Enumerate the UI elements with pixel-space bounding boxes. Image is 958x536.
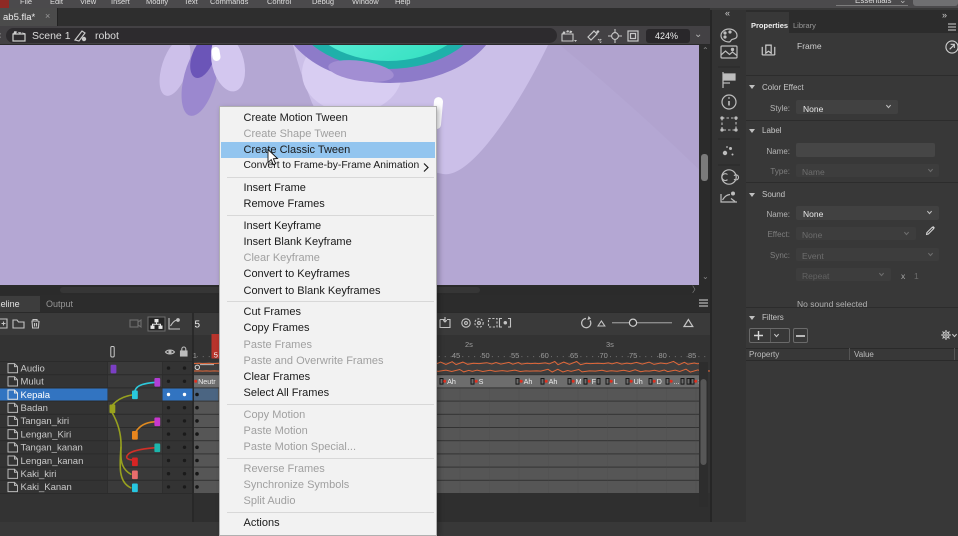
- svg-text:85: 85: [688, 351, 696, 360]
- svg-text:Tangan_kanan: Tangan_kanan: [21, 443, 83, 454]
- svg-text:Lengan_Kiri: Lengan_Kiri: [21, 429, 72, 440]
- svg-text:Badan: Badan: [21, 403, 48, 414]
- svg-text:5: 5: [195, 320, 201, 331]
- svg-text:75: 75: [629, 351, 637, 360]
- svg-text:1: 1: [193, 351, 197, 360]
- svg-text:Ah: Ah: [524, 377, 533, 386]
- svg-text:70: 70: [600, 351, 608, 360]
- svg-text:5: 5: [214, 351, 218, 360]
- svg-text:M: M: [576, 377, 582, 386]
- svg-text:Audio: Audio: [21, 363, 45, 374]
- svg-text:Kaki_Kanan: Kaki_Kanan: [21, 482, 72, 493]
- svg-text:Ah: Ah: [549, 377, 558, 386]
- svg-text:55: 55: [511, 351, 519, 360]
- svg-text:F: F: [592, 377, 597, 386]
- svg-text:D: D: [657, 377, 662, 386]
- svg-text:Kepala: Kepala: [21, 390, 51, 401]
- svg-text:Lengan_kanan: Lengan_kanan: [21, 456, 84, 467]
- svg-text:60: 60: [541, 351, 549, 360]
- svg-text:Output: Output: [46, 299, 74, 309]
- svg-text:Uh: Uh: [634, 377, 643, 386]
- svg-text:S: S: [479, 377, 484, 386]
- svg-text:50: 50: [481, 351, 489, 360]
- svg-text:Mulut: Mulut: [21, 377, 45, 388]
- svg-text:Neutr: Neutr: [198, 377, 216, 386]
- svg-text:Timeline: Timeline: [0, 299, 20, 309]
- svg-text:Ah: Ah: [447, 377, 456, 386]
- svg-text:3s: 3s: [606, 340, 614, 349]
- svg-text:L: L: [614, 377, 618, 386]
- svg-text:65: 65: [570, 351, 578, 360]
- svg-text:2s: 2s: [465, 340, 473, 349]
- svg-text:80: 80: [659, 351, 667, 360]
- svg-text:Kaki_kiri: Kaki_kiri: [21, 469, 57, 480]
- svg-text:...: ...: [674, 377, 680, 386]
- svg-text:Tangan_kiri: Tangan_kiri: [21, 416, 70, 427]
- svg-text:45: 45: [452, 351, 460, 360]
